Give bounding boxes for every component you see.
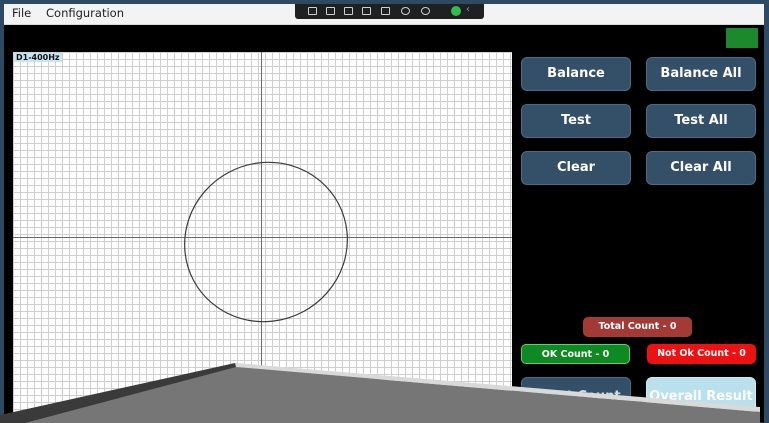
lissajous-ellipse: [184, 161, 348, 323]
plot-trace: [184, 161, 348, 323]
balance-button[interactable]: Balance: [521, 57, 631, 91]
overall-result-button[interactable]: Overall Result: [646, 377, 756, 417]
test-button[interactable]: Test: [521, 104, 631, 138]
plot-label: D1-400Hz: [14, 53, 62, 62]
menu-bar: File Configuration ‹: [4, 4, 764, 25]
status-indicator: [726, 28, 758, 48]
clear-button[interactable]: Clear: [521, 151, 631, 185]
mode-icon[interactable]: [381, 7, 390, 15]
menu-configuration[interactable]: Configuration: [46, 6, 124, 20]
reset-count-button[interactable]: Reset Count: [521, 377, 631, 417]
camera-icon[interactable]: [326, 7, 335, 15]
check-icon[interactable]: [451, 6, 461, 16]
ok-count-badge: OK Count - 0: [521, 344, 630, 364]
audio-icon[interactable]: [401, 7, 410, 15]
balance-all-button[interactable]: Balance All: [646, 57, 756, 91]
signal-plot: D1-400Hz: [13, 52, 512, 423]
window-icon[interactable]: [362, 7, 371, 15]
not-ok-count-badge: Not Ok Count - 0: [647, 344, 756, 364]
total-count-badge: Total Count - 0: [583, 317, 692, 337]
screen-icon[interactable]: [344, 7, 353, 15]
application-window: File Configuration ‹ D1-400Hz Balance Ba…: [4, 4, 764, 423]
clear-all-button[interactable]: Clear All: [646, 151, 756, 185]
capture-icon[interactable]: [308, 7, 317, 15]
floating-toolbar: ‹: [295, 4, 484, 19]
help-icon[interactable]: [421, 7, 430, 15]
test-all-button[interactable]: Test All: [646, 104, 756, 138]
menu-file[interactable]: File: [12, 6, 31, 20]
chevron-left-icon[interactable]: ‹: [466, 4, 470, 15]
